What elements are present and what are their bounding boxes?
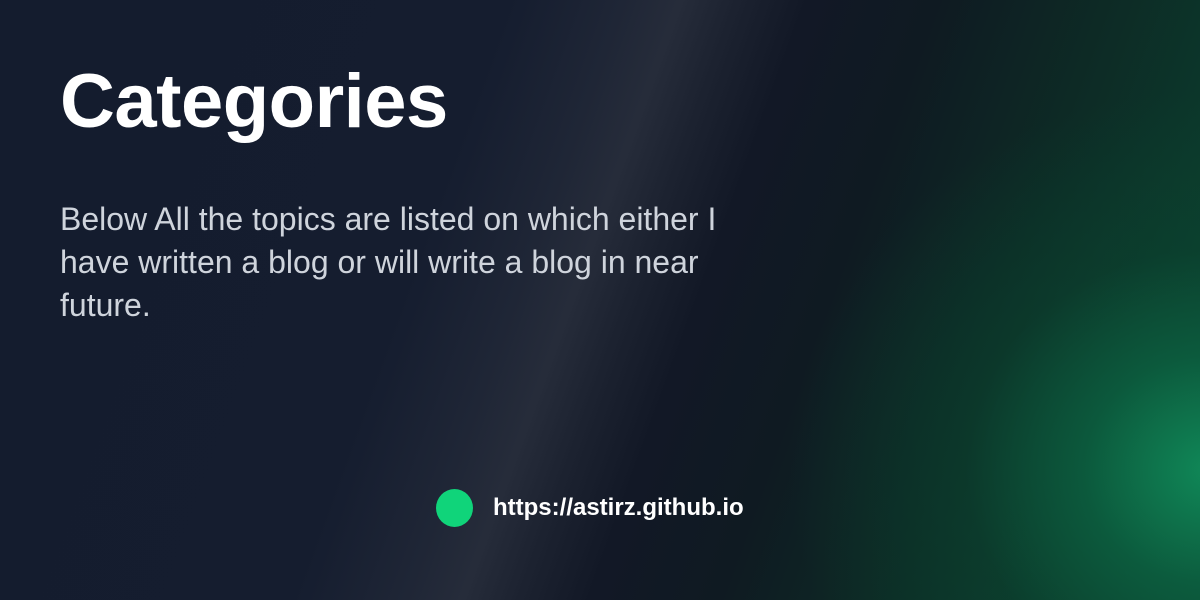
page-description: Below All the topics are listed on which… <box>60 201 717 323</box>
site-footer: https://astirz.github.io <box>436 489 744 527</box>
brand-dot-icon <box>436 489 473 527</box>
page-title: Categories <box>60 59 448 144</box>
social-card: Categories Below All the topics are list… <box>0 0 1200 600</box>
site-url: https://astirz.github.io <box>493 494 744 521</box>
